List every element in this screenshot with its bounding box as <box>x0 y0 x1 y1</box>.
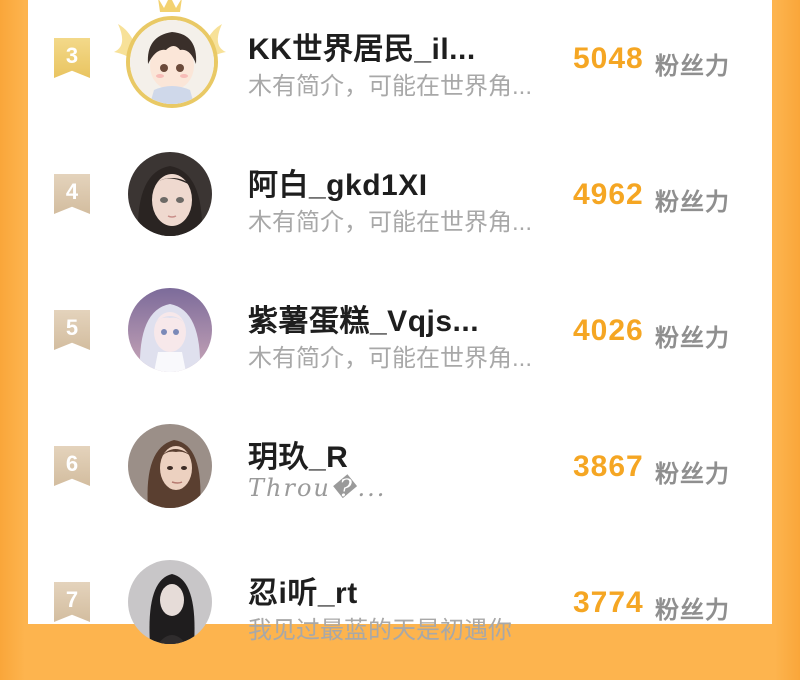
avatar[interactable] <box>128 288 212 372</box>
user-bio: 我见过最蓝的天是初遇你 <box>248 617 512 644</box>
user-bio: Throu�... <box>248 474 387 502</box>
fan-score-unit: 粉丝力 <box>655 325 730 352</box>
photo-dark-hair-avatar-icon <box>128 560 212 644</box>
user-bio: 木有简介，可能在世界角... <box>248 345 533 372</box>
fan-score: 4026 <box>573 314 644 347</box>
rank-badge: 5 <box>54 310 90 350</box>
avatar[interactable] <box>128 424 212 508</box>
fan-score-unit: 粉丝力 <box>655 53 730 80</box>
rank-badge: 4 <box>54 174 90 214</box>
avatar[interactable] <box>126 16 218 108</box>
leaderboard-row[interactable]: 3 KK世界居民_il... 木有简介，可能在世界角... 5048 粉丝力 <box>28 0 772 136</box>
anime-boy-avatar-icon <box>130 20 214 104</box>
user-name[interactable]: KK世界居民_il... <box>248 24 476 68</box>
fan-score-unit: 粉丝力 <box>655 189 730 216</box>
rank-badge: 6 <box>54 446 90 486</box>
fan-score: 5048 <box>573 42 644 75</box>
fan-score-unit: 粉丝力 <box>655 597 730 624</box>
leaderboard-row[interactable]: 6 玥玖_R Throu�... 3867 粉丝力 <box>28 408 772 544</box>
leaderboard-panel: 3 KK世界居民_il... 木有简介，可能在世界角... 5048 粉丝力 4 <box>28 0 772 644</box>
avatar[interactable] <box>128 152 212 236</box>
rank-badge: 3 <box>54 38 90 78</box>
leaderboard-row[interactable]: 7 忍i听_rt 我见过最蓝的天是初遇你 3774 粉丝力 <box>28 544 772 680</box>
user-bio: 木有简介，可能在世界角... <box>248 73 533 100</box>
avatar[interactable] <box>128 560 212 644</box>
leaderboard-row[interactable]: 5 紫薯蛋糕_Vqjs... 木有简介，可能在世界角... 4026 粉丝力 <box>28 272 772 408</box>
fan-score: 4962 <box>573 178 644 211</box>
anime-girl-dark-hair-avatar-icon <box>128 152 212 236</box>
leaderboard-row[interactable]: 4 阿白_gkd1XI 木有简介，可能在世界角... 4962 粉丝力 <box>28 136 772 272</box>
photo-woman-avatar-icon <box>128 424 212 508</box>
user-name[interactable]: 玥玖_R <box>248 432 348 476</box>
user-bio: 木有简介，可能在世界角... <box>248 209 533 236</box>
rank-badge: 7 <box>54 582 90 622</box>
user-name[interactable]: 忍i听_rt <box>248 568 358 612</box>
anime-girl-silver-hair-avatar-icon <box>128 288 212 372</box>
fan-score: 3774 <box>573 586 644 619</box>
fan-score-unit: 粉丝力 <box>655 461 730 488</box>
user-name[interactable]: 紫薯蛋糕_Vqjs... <box>248 296 479 340</box>
fan-score: 3867 <box>573 450 644 483</box>
user-name[interactable]: 阿白_gkd1XI <box>248 160 428 204</box>
